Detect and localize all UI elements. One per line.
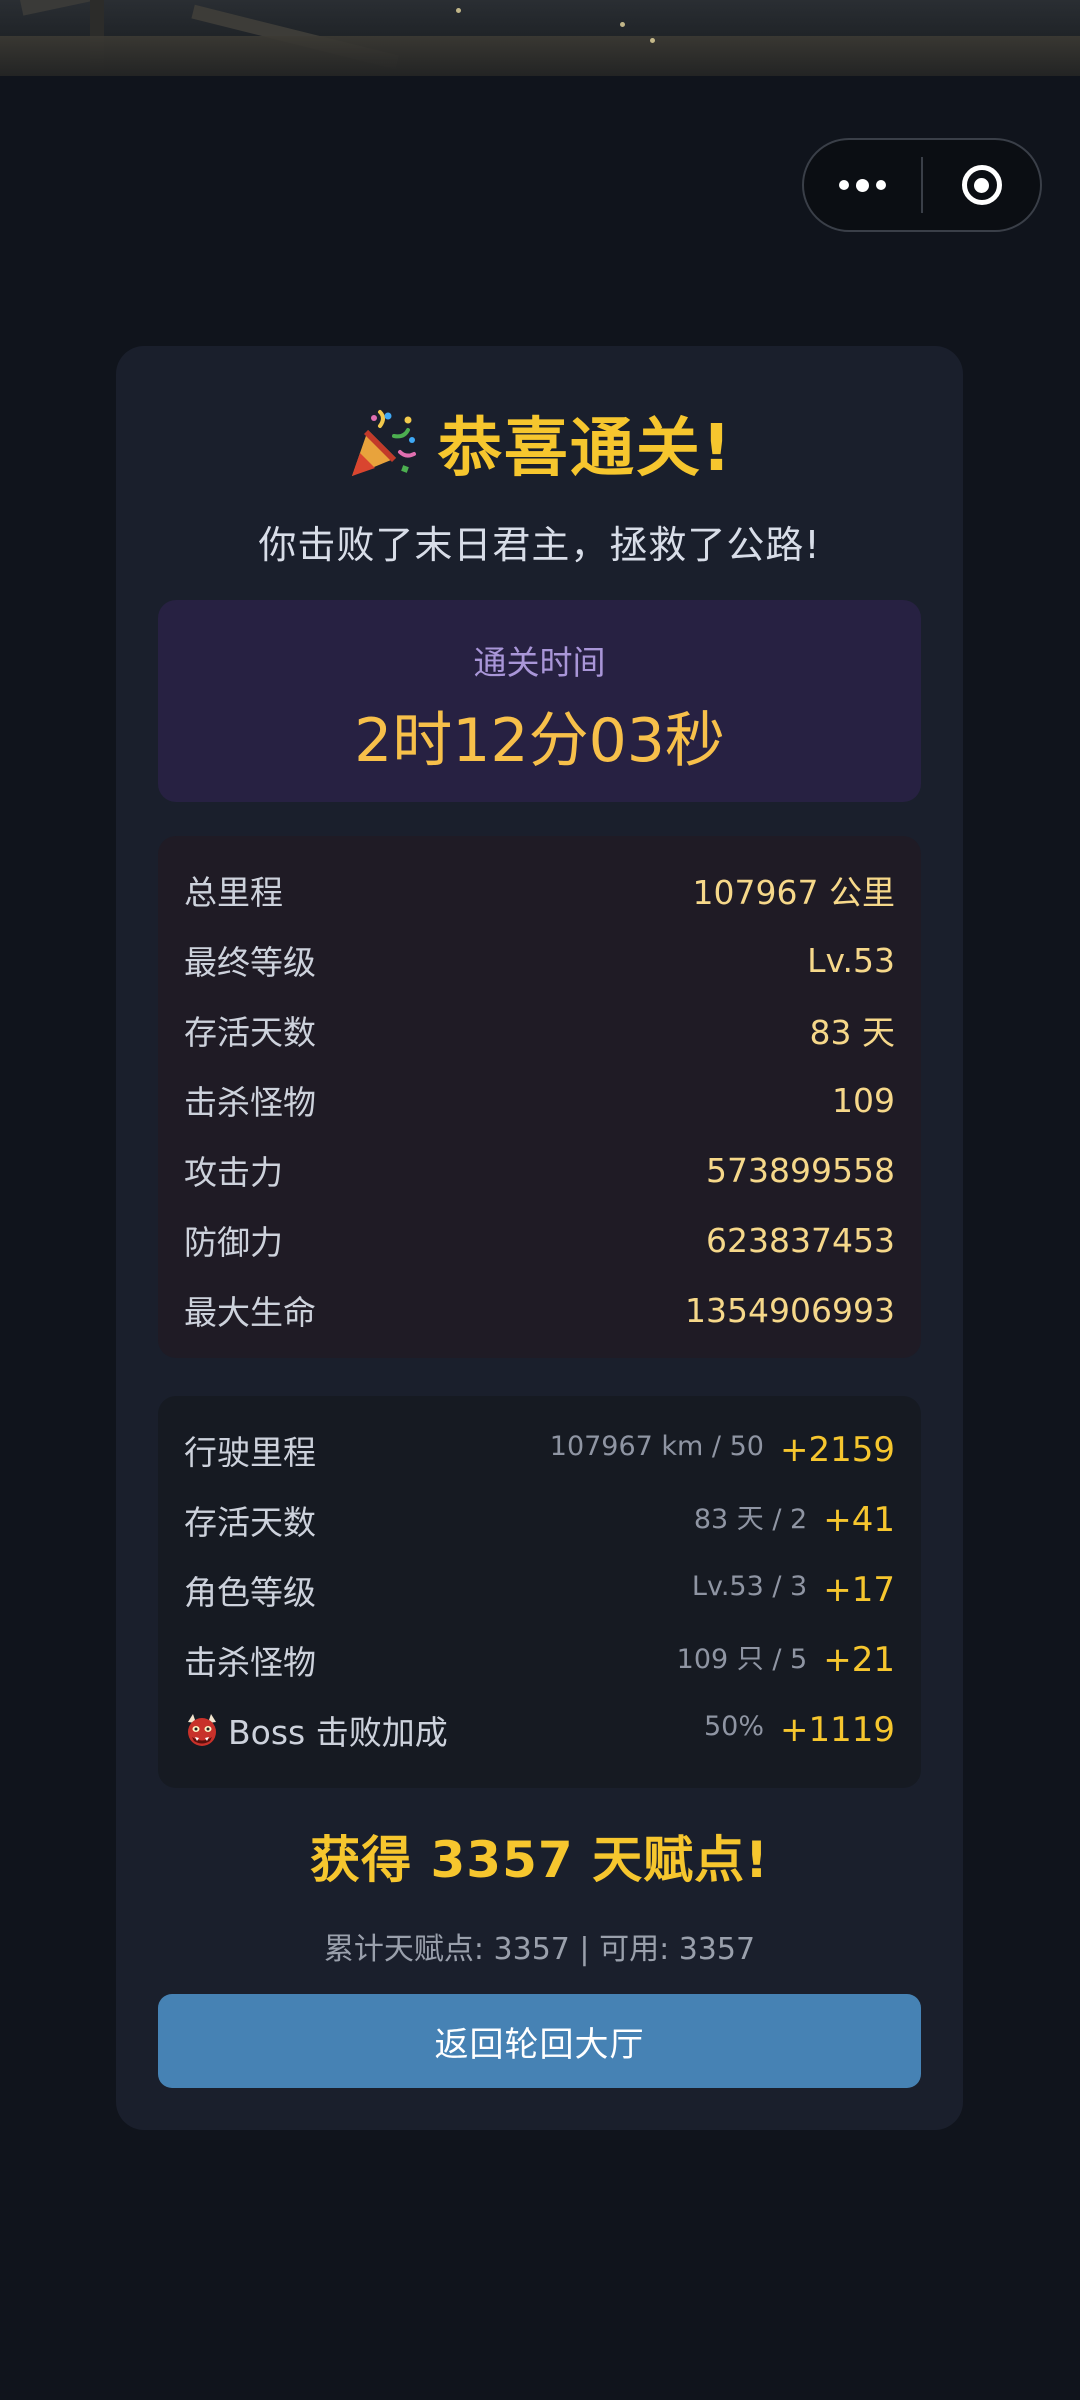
- clear-time-label: 通关时间: [473, 643, 606, 682]
- scene-light: [650, 38, 655, 43]
- bonus-formula: 83 天 / 2: [693, 1503, 808, 1535]
- title-row: 恭喜通关!: [116, 398, 963, 488]
- earned-talent-points: 获得 3357 天赋点!: [310, 1831, 769, 1889]
- background-scene-strip: [0, 0, 1080, 76]
- bonus-label: 行驶里程: [184, 1433, 316, 1472]
- bonus-label: 击杀怪物: [184, 1643, 316, 1682]
- bonus-points: +1119: [779, 1710, 895, 1750]
- more-dots-icon[interactable]: [804, 140, 921, 230]
- stat-label: 存活天数: [184, 1013, 316, 1052]
- page: 恭喜通关! 你击败了末日君主，拯救了公路! 通关时间 2时12分03秒 总里程 …: [0, 0, 1080, 2400]
- scene-light: [620, 22, 625, 27]
- talent-bonus-panel: 行驶里程 107967 km / 50 +2159 存活天数 83 天 / 2 …: [158, 1396, 921, 1788]
- stat-row: 防御力 623837453: [184, 1210, 895, 1270]
- bonus-row: 行驶里程 107967 km / 50 +2159: [184, 1420, 895, 1480]
- victory-card: 恭喜通关! 你击败了末日君主，拯救了公路! 通关时间 2时12分03秒 总里程 …: [116, 346, 963, 2130]
- stat-row: 最大生命 1354906993: [184, 1280, 895, 1340]
- stat-value: 107967 公里: [692, 873, 895, 912]
- stat-value: 109: [832, 1080, 895, 1120]
- stat-value: 623837453: [706, 1220, 895, 1260]
- bonus-row: 角色等级 Lv.53 / 3 +17: [184, 1560, 895, 1620]
- stat-value: Lv.53: [807, 940, 895, 980]
- bonus-formula: 50%: [703, 1710, 764, 1742]
- talent-points-summary: 累计天赋点: 3357 | 可用: 3357: [323, 1932, 756, 1967]
- stat-value: 83 天: [809, 1013, 895, 1052]
- return-to-lobby-button[interactable]: 返回轮回大厅: [158, 1994, 921, 2088]
- stat-label: 击杀怪物: [184, 1083, 316, 1122]
- bonus-points: +17: [823, 1570, 895, 1610]
- stat-value: 573899558: [706, 1150, 895, 1190]
- stat-label: 总里程: [184, 873, 283, 912]
- victory-title: 恭喜通关!: [437, 412, 734, 486]
- party-popper-icon: [351, 410, 416, 476]
- stat-row: 击杀怪物 109: [184, 1070, 895, 1130]
- bonus-formula: 109 只 / 5: [676, 1643, 808, 1675]
- victory-subtitle: 你击败了末日君主，拯救了公路!: [258, 523, 821, 567]
- bonus-row: Boss 击败加成 50% +1119: [184, 1700, 895, 1760]
- bonus-label: 角色等级: [184, 1573, 316, 1612]
- stat-label: 防御力: [184, 1223, 283, 1262]
- stat-row: 存活天数 83 天: [184, 1000, 895, 1060]
- bonus-label: Boss 击败加成: [228, 1713, 448, 1752]
- miniprogram-capsule: [802, 138, 1042, 232]
- stat-value: 1354906993: [685, 1290, 895, 1330]
- bonus-formula: 107967 km / 50: [549, 1430, 764, 1462]
- stat-label: 最终等级: [184, 943, 316, 982]
- target-circle-icon[interactable]: [923, 140, 1040, 230]
- scene-ridge: [0, 36, 1080, 76]
- bonus-label-boss: Boss 击败加成: [184, 1706, 704, 1754]
- bonus-row: 存活天数 83 天 / 2 +41: [184, 1490, 895, 1550]
- stat-row: 攻击力 573899558: [184, 1140, 895, 1200]
- bonus-points: +2159: [779, 1430, 895, 1470]
- stat-row: 最终等级 Lv.53: [184, 930, 895, 990]
- bonus-label: 存活天数: [184, 1503, 316, 1542]
- bonus-points: +21: [823, 1640, 895, 1680]
- bonus-points: +41: [823, 1500, 895, 1540]
- bonus-row: 击杀怪物 109 只 / 5 +21: [184, 1630, 895, 1690]
- final-stats-panel: 总里程 107967 公里 最终等级 Lv.53 存活天数 83 天 击杀怪物 …: [158, 836, 921, 1358]
- stat-label: 最大生命: [184, 1293, 316, 1332]
- scene-light: [456, 8, 461, 13]
- stat-label: 攻击力: [184, 1153, 283, 1192]
- clear-time-panel: 通关时间 2时12分03秒: [158, 600, 921, 802]
- stat-row: 总里程 107967 公里: [184, 860, 895, 920]
- ogre-icon: [188, 1714, 216, 1746]
- bonus-formula: Lv.53 / 3: [691, 1570, 808, 1602]
- clear-time-value: 2时12分03秒: [354, 706, 725, 776]
